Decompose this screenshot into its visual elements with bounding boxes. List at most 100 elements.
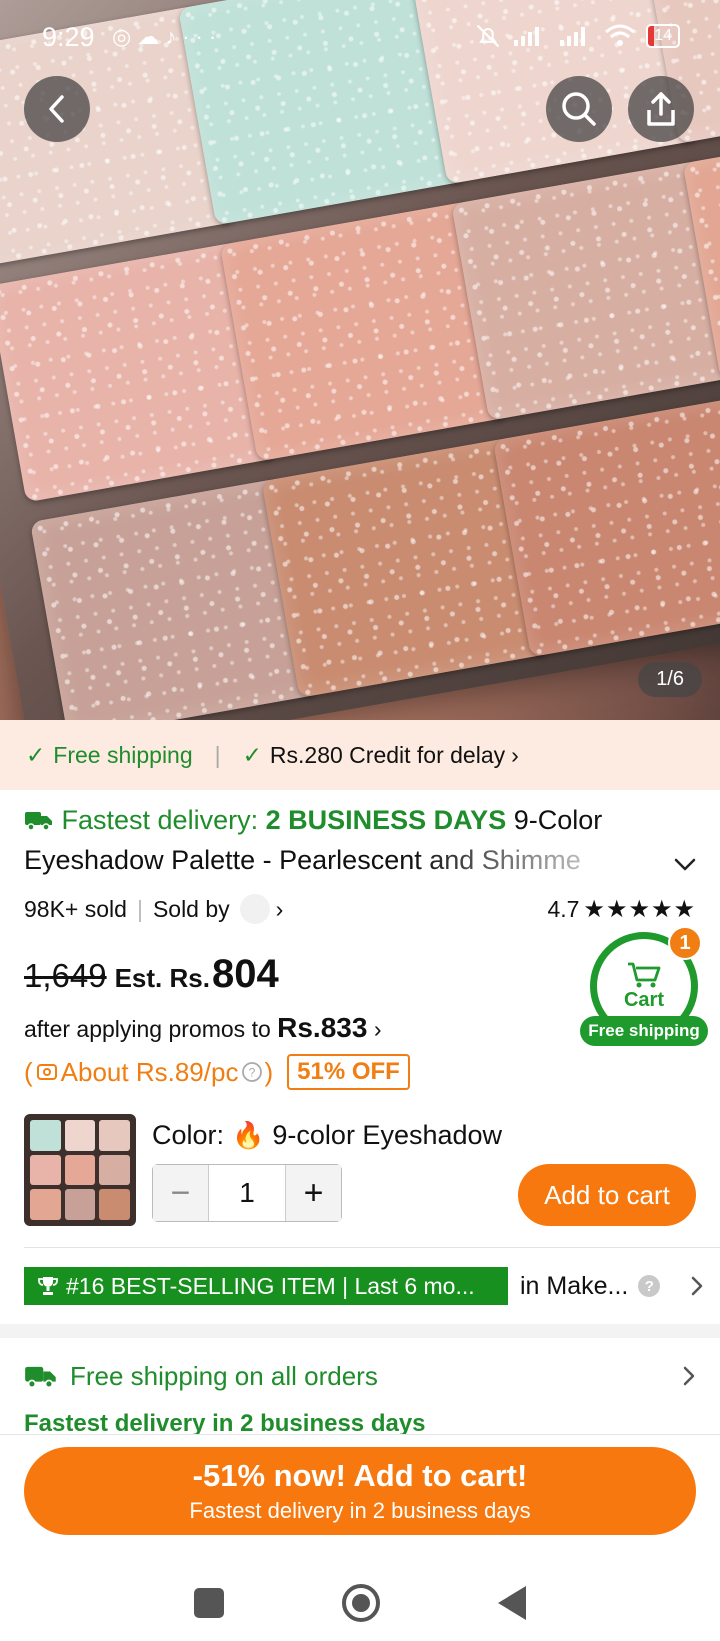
delivery-truck-icon (25, 812, 52, 831)
chevron-down-icon (674, 858, 696, 871)
increase-quantity-button[interactable]: + (285, 1165, 341, 1221)
search-button[interactable] (546, 76, 612, 142)
quantity-value[interactable]: 1 (209, 1177, 285, 1209)
cart-button[interactable]: Cart 1 Free shipping (580, 926, 708, 1048)
back-button[interactable] (24, 76, 90, 142)
wifi-icon (605, 24, 636, 46)
thumb-pan (64, 1154, 96, 1186)
check-icon: ✓ (242, 741, 262, 768)
delivery-truck-icon (25, 1366, 56, 1389)
chevron-right-icon (691, 1276, 703, 1296)
help-icon[interactable]: ? (638, 1275, 661, 1297)
home-icon (352, 1594, 370, 1612)
shipping-subtitle: Fastest delivery in 2 business days (24, 1410, 426, 1434)
status-time: 9:29 (42, 22, 95, 52)
rating-value: 4.7 (547, 895, 580, 922)
product-title[interactable]: Fastest delivery: 2 BUSINESS DAYS 9-Colo… (24, 800, 704, 880)
tiktok-icon: ♪ (165, 24, 183, 49)
color-value: 9-color Eyeshadow (272, 1120, 503, 1150)
decrease-quantity-button[interactable]: − (153, 1165, 209, 1221)
home-button[interactable] (342, 1584, 380, 1622)
bottom-add-to-cart-button[interactable]: -51% now! Add to cart! Fastest delivery … (24, 1447, 696, 1535)
est-label: Est. Rs. (114, 963, 210, 993)
flame-icon: 🔥 (232, 1120, 265, 1150)
divider (24, 1247, 720, 1248)
quantity-stepper[interactable]: − 1 + (152, 1164, 342, 1222)
share-button[interactable] (628, 76, 694, 142)
chevron-left-icon (49, 95, 64, 123)
unit-price-line: ( About Rs.89/pc ? ) 51% OFF (24, 1054, 410, 1090)
chevron-right-icon (683, 1366, 695, 1386)
expand-title-button[interactable] (674, 858, 696, 877)
recent-apps-button[interactable] (194, 1588, 224, 1618)
palette-image (0, 0, 720, 720)
cloud-icon: ☁ (137, 24, 166, 49)
free-shipping-label: Free shipping (53, 741, 193, 768)
battery-icon: 14 (646, 24, 680, 48)
mute-bell-icon (476, 24, 500, 48)
cart-icon (628, 962, 661, 987)
fast-delivery-badge: Fastest delivery: 2 BUSINESS DAYS (24, 805, 514, 835)
cart-count-badge: 1 (668, 926, 702, 960)
eyeshadow-pan (451, 159, 720, 421)
thumb-pan (30, 1120, 61, 1151)
shipping-title: Free shipping on all orders (70, 1360, 378, 1391)
eyeshadow-pan (492, 396, 720, 658)
unit-price: About Rs.89/pc (60, 1056, 239, 1087)
share-icon (647, 92, 675, 126)
credit-label: Rs.280 Credit for delay (269, 741, 506, 768)
variant-thumbnail[interactable] (24, 1114, 136, 1226)
seller-logo[interactable] (239, 894, 270, 924)
color-line[interactable]: Color: 🔥 9-color Eyeshadow (152, 1120, 502, 1151)
chevron-right-icon[interactable]: › (276, 896, 284, 923)
unit-open-paren: ( (24, 1056, 33, 1087)
whatsapp-icon: ◎ (112, 24, 138, 49)
svg-text:?: ? (249, 1066, 256, 1080)
back-nav-button[interactable] (498, 1586, 526, 1620)
best-seller-row[interactable]: #16 BEST-SELLING ITEM | Last 6 mo... in … (24, 1266, 704, 1306)
thumb-pan (99, 1120, 130, 1151)
product-image-carousel[interactable]: 9:29 ◎☁♪··· 14 1/6 (0, 0, 720, 720)
best-seller-badge: #16 BEST-SELLING ITEM | Last 6 mo... (24, 1267, 508, 1305)
cta-line2: Fastest delivery in 2 business days (189, 1498, 531, 1523)
sold-by-label: Sold by (152, 895, 230, 922)
trophy-icon (38, 1277, 58, 1295)
thumb-pan (30, 1154, 61, 1186)
color-label: Color: (152, 1120, 225, 1150)
signal-icon-2 (560, 27, 586, 46)
check-icon: ✓ (26, 741, 46, 768)
help-icon[interactable]: ? (240, 1060, 264, 1084)
add-to-cart-button[interactable]: Add to cart (518, 1164, 696, 1226)
separator: | (136, 895, 143, 922)
current-price: 804 (211, 952, 279, 996)
separator: | (214, 741, 221, 768)
promo-amount: Rs.833 (277, 1012, 368, 1043)
unit-close-paren: ) (264, 1056, 274, 1087)
section-divider (0, 1324, 720, 1338)
star-rating-icon: ★★★★★ (583, 895, 696, 923)
title-text: 9-Color (513, 805, 603, 835)
cart-label: Cart (623, 988, 664, 1011)
status-bar: 9:29 ◎☁♪··· 14 (0, 0, 720, 76)
sold-count: 98K+ sold (24, 895, 127, 922)
fast-delivery-days: 2 BUSINESS DAYS (265, 805, 507, 835)
search-icon (562, 92, 596, 126)
chevron-right-icon: › (373, 1016, 382, 1042)
more-dots-icon: ··· (182, 24, 223, 49)
sales-meta-row: 98K+ sold | Sold by › 4.7 ★★★★★ (24, 894, 696, 924)
cart-free-shipping-pill: Free shipping (580, 1016, 708, 1046)
shipping-row[interactable]: Free shipping on all orders (24, 1354, 696, 1398)
coupon-icon (36, 1064, 57, 1080)
benefits-bar[interactable]: ✓ Free shipping | ✓ Rs.280 Credit for de… (0, 720, 720, 790)
title-text-line2: Eyeshadow Palette - Pearlescent and Shim… (24, 845, 581, 875)
thumb-pan (30, 1189, 61, 1220)
promo-line[interactable]: after applying promos to Rs.833 › (24, 1012, 382, 1044)
rating[interactable]: 4.7 ★★★★★ (547, 895, 696, 924)
notification-icons: ◎☁♪··· (112, 24, 222, 50)
signal-icon (514, 27, 540, 46)
thumb-pan (99, 1154, 130, 1186)
status-right: 14 (474, 22, 680, 50)
thumb-pan (64, 1189, 96, 1220)
chevron-right-icon: › (511, 741, 519, 768)
bottom-bar: -51% now! Add to cart! Fastest delivery … (0, 1434, 720, 1640)
